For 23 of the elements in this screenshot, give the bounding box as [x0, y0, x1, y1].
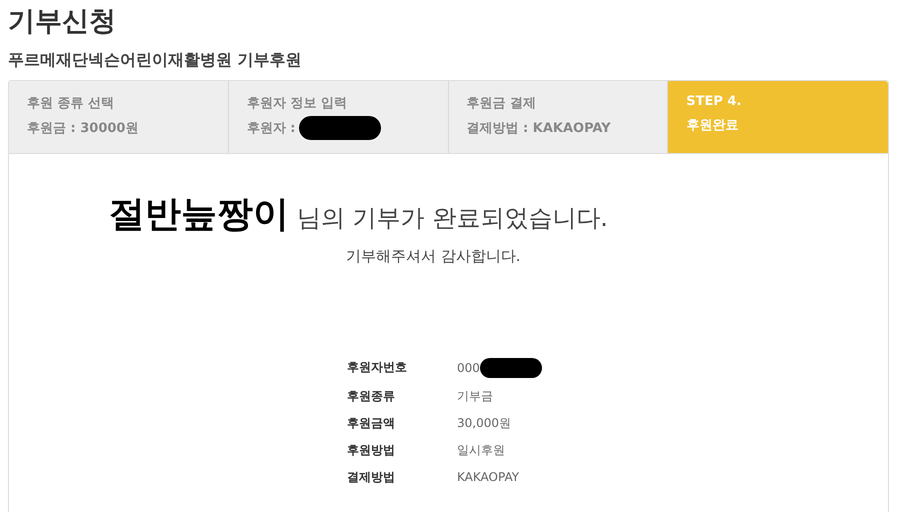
step-detail: 후원완료: [686, 117, 738, 134]
step-title: 후원 종류 선택: [27, 95, 116, 112]
step-title: 후원금 결제: [466, 95, 538, 112]
detail-value: 일시후원: [457, 442, 505, 459]
detail-label: 후원종류: [347, 388, 396, 405]
detail-value: 000: [457, 360, 480, 377]
detail-label: 결제방법: [347, 469, 396, 486]
detail-label: 후원금액: [347, 415, 396, 432]
detail-value: 30,000원: [457, 415, 511, 432]
step-detail: 후원자 :: [246, 120, 296, 137]
page-subtitle: 푸르메재단넥슨어린이재활병원 기부후원: [8, 49, 303, 71]
page-title: 기부신청: [8, 5, 117, 39]
detail-value: KAKAOPAY: [457, 469, 520, 486]
detail-label: 후원방법: [347, 442, 396, 459]
step-title: 후원자 정보 입력: [246, 95, 348, 112]
detail-label: 후원자번호: [347, 359, 408, 376]
thanks-message: 기부해주셔서 감사합니다.: [345, 246, 522, 266]
step-detail: 결제방법 : KAKAOPAY: [466, 120, 611, 137]
completion-message: 님의 기부가 완료되었습니다.: [297, 203, 608, 234]
detail-value: 기부금: [457, 388, 493, 405]
step-title: STEP 4.: [686, 94, 742, 109]
step-detail: 후원금 : 30000원: [27, 120, 138, 137]
donor-name: 절반늪짱이: [109, 192, 289, 237]
